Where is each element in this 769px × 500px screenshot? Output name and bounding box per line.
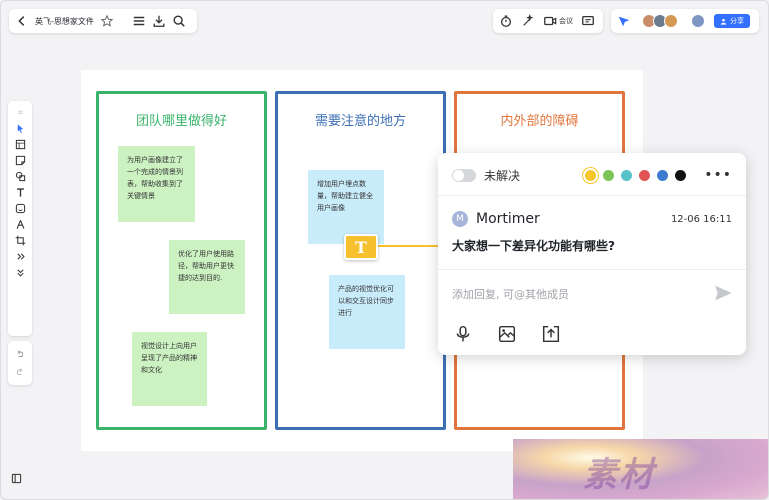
app-window: 英飞-思想家文件 会议 分享 团队哪里做得好 需要注意的地方 内外部的障碍 为用…: [0, 0, 769, 500]
sticky-note-icon[interactable]: [15, 155, 26, 166]
download-icon[interactable]: [152, 14, 166, 28]
expand-icon[interactable]: [15, 267, 26, 278]
comment-text: 大家想一下差异化功能有哪些?: [452, 239, 615, 253]
share-button[interactable]: 分享: [714, 14, 750, 28]
text-marker[interactable]: T: [344, 234, 378, 260]
crop-icon[interactable]: [15, 235, 26, 246]
color-swatch[interactable]: [585, 169, 597, 181]
cursor-icon[interactable]: [15, 123, 26, 134]
more-options-icon[interactable]: •••: [704, 167, 732, 183]
watermark-logo: 素材: [583, 455, 655, 495]
doc-title[interactable]: 英飞-思想家文件: [35, 16, 94, 27]
meeting-label[interactable]: 会议: [559, 16, 573, 26]
avatar[interactable]: [664, 14, 678, 28]
column-title: 团队哪里做得好: [135, 114, 227, 129]
shape-icon[interactable]: [15, 171, 26, 182]
magic-icon[interactable]: [521, 14, 535, 28]
pen-icon[interactable]: [15, 219, 26, 230]
video-icon[interactable]: [543, 14, 557, 28]
mic-icon[interactable]: [454, 325, 472, 343]
color-swatch[interactable]: [621, 169, 633, 181]
redo-icon[interactable]: [15, 367, 25, 377]
menu-icon[interactable]: [132, 14, 146, 28]
status-label: 未解决: [484, 168, 521, 183]
sticky-note[interactable]: 增加用户埋点数量，帮助建立健全用户画像: [308, 170, 384, 244]
comment-author-row: M Mortimer 12-06 16:11: [452, 211, 732, 227]
color-swatch[interactable]: [639, 169, 651, 181]
avatar: M: [452, 211, 468, 227]
sticky-note[interactable]: 视觉设计上向用户呈现了产品的精神和文化: [132, 332, 207, 406]
divider: [438, 195, 746, 196]
upload-icon[interactable]: [542, 325, 560, 343]
comment-icon[interactable]: [581, 14, 595, 28]
reply-tools: [454, 325, 560, 343]
watermark: 素材: [513, 439, 768, 499]
color-swatch[interactable]: [657, 169, 669, 181]
comment-card[interactable]: 未解决 ••• M Mortimer 12-06 16:11 大家想一下差异化功…: [438, 153, 746, 355]
presenter-icon[interactable]: [617, 14, 631, 28]
collab-toolbar: 会议: [493, 9, 603, 33]
color-picker: [585, 169, 687, 181]
undo-icon[interactable]: [15, 349, 25, 359]
sticky-note[interactable]: 优化了用户使用路径，帮助用户更快捷的达到目的.: [169, 240, 245, 314]
column-attention[interactable]: 需要注意的地方: [275, 91, 446, 430]
search-icon[interactable]: [172, 14, 186, 28]
history-palette: [8, 341, 32, 385]
comment-time: 12-06 16:11: [670, 213, 732, 225]
color-swatch[interactable]: [675, 169, 687, 181]
text-icon[interactable]: [15, 187, 26, 198]
column-title: 需要注意的地方: [314, 114, 406, 129]
star-icon[interactable]: [100, 14, 114, 28]
more-icon[interactable]: [15, 251, 26, 262]
emoji-icon[interactable]: [15, 203, 26, 214]
color-swatch[interactable]: [603, 169, 615, 181]
comment-header: 未解决 •••: [452, 165, 732, 185]
image-icon[interactable]: [498, 325, 516, 343]
send-icon[interactable]: [714, 284, 732, 302]
sidebar-icon[interactable]: [11, 473, 22, 484]
sticky-note[interactable]: 产品的视觉优化可以和交互设计同步进行: [329, 275, 405, 349]
users-toolbar: 分享: [611, 9, 759, 33]
column-title: 内外部的障碍: [500, 114, 579, 129]
frame-icon[interactable]: [15, 139, 26, 150]
connector-line: [378, 245, 440, 247]
share-icon: [720, 18, 727, 25]
sticky-note[interactable]: 为用户画像建立了一个完成的情景列表，帮助收集到了关键情景: [118, 146, 195, 222]
share-label: 分享: [730, 17, 744, 25]
back-icon[interactable]: [15, 14, 29, 28]
avatar[interactable]: [691, 14, 705, 28]
resolve-toggle[interactable]: [452, 168, 476, 182]
tool-palette: [8, 101, 32, 336]
author-name: Mortimer: [476, 211, 540, 227]
drag-handle-icon[interactable]: [15, 107, 26, 118]
timer-icon[interactable]: [499, 14, 513, 28]
reply-input[interactable]: 添加回复, 可@其他成员: [452, 286, 569, 302]
doc-toolbar: 英飞-思想家文件: [9, 9, 197, 33]
divider: [438, 269, 746, 270]
